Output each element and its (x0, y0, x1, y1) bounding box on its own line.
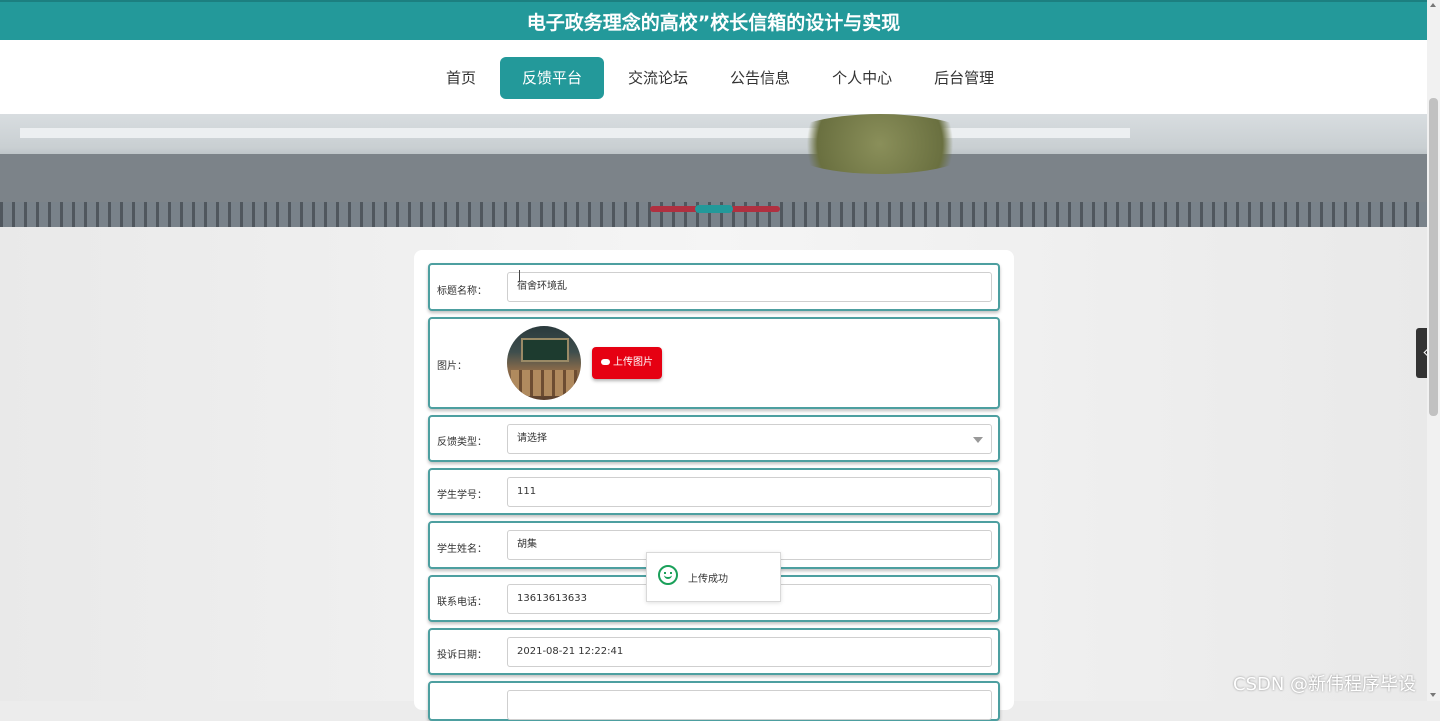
nav-item-admin[interactable]: 后台管理 (916, 57, 1012, 99)
smile-icon (658, 565, 678, 585)
upload-image-button[interactable]: 上传图片 (592, 347, 662, 379)
student-name-label: 学生姓名： (437, 544, 487, 555)
form-row-next (428, 681, 1000, 721)
form-row-image: 图片： 上传图片 (428, 317, 1000, 409)
feedback-type-select[interactable]: 请选择 (507, 424, 992, 454)
page: 电子政务理念的高校”校长信箱的设计与实现 首页 反馈平台 交流论坛 公告信息 个… (0, 0, 1427, 721)
image-label: 图片： (437, 361, 467, 372)
complaint-date-input[interactable]: 2021-08-21 12:22:41 (507, 637, 992, 667)
nav-item-announcements[interactable]: 公告信息 (712, 57, 808, 99)
nav-item-forum[interactable]: 交流论坛 (610, 57, 706, 99)
toast-message: 上传成功 (688, 574, 728, 585)
nav-item-feedback[interactable]: 反馈平台 (500, 57, 605, 99)
carousel-indicator-active[interactable] (695, 205, 733, 213)
scrollbar-thumb[interactable] (1429, 98, 1438, 416)
form-row-title: 标题名称： 宿舍环境乱 (428, 263, 1000, 311)
date-label: 投诉日期： (437, 650, 487, 661)
form-row-date: 投诉日期： 2021-08-21 12:22:41 (428, 628, 1000, 675)
scroll-up-arrow-icon[interactable] (1430, 3, 1436, 7)
csdn-watermark: CSDN @新伟程序毕设 (1233, 674, 1417, 695)
feedback-form: 标题名称： 宿舍环境乱 图片： 上传图片 反馈类型： 请选择 学生学号： 111… (414, 250, 1014, 721)
uploaded-image-thumbnail (507, 326, 581, 400)
nav-item-home[interactable]: 首页 (428, 57, 494, 99)
form-row-type: 反馈类型： 请选择 (428, 415, 1000, 462)
form-row-student-no: 学生学号： 111 (428, 468, 1000, 515)
chevron-down-icon (973, 437, 983, 443)
upload-button-label: 上传图片 (613, 357, 653, 368)
upload-success-toast: 上传成功 (646, 552, 781, 602)
title-input[interactable]: 宿舍环境乱 (507, 272, 992, 302)
main-nav: 首页 反馈平台 交流论坛 公告信息 个人中心 后台管理 (0, 40, 1427, 114)
feedback-type-value: 请选择 (517, 433, 547, 444)
cloud-upload-icon (601, 359, 610, 365)
student-no-label: 学生学号： (437, 490, 487, 501)
student-no-input[interactable]: 111 (507, 477, 992, 507)
site-title: 电子政务理念的高校”校长信箱的设计与实现 (526, 12, 901, 34)
title-label: 标题名称： (437, 286, 487, 297)
nav-item-personal-center[interactable]: 个人中心 (814, 57, 910, 99)
scroll-down-arrow-icon[interactable] (1430, 693, 1436, 697)
type-label: 反馈类型： (437, 437, 487, 448)
text-cursor (519, 270, 520, 282)
top-header-bar: 电子政务理念的高校”校长信箱的设计与实现 (0, 0, 1427, 40)
next-field-input[interactable] (507, 690, 992, 720)
phone-label: 联系电话： (437, 597, 487, 608)
page-scrollbar[interactable] (1427, 0, 1440, 701)
